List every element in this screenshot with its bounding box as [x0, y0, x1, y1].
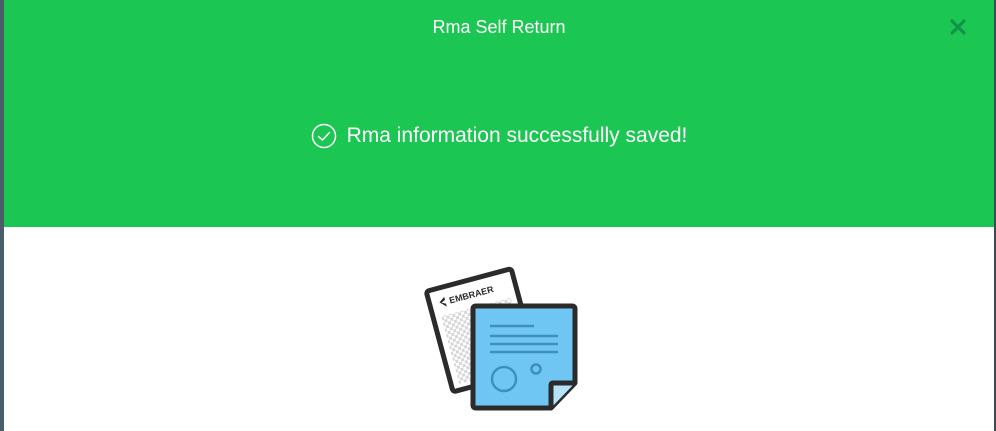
close-button[interactable] [948, 17, 968, 37]
check-circle-icon [311, 123, 336, 149]
rma-success-modal: Rma Self Return Rma information successf… [4, 0, 994, 431]
success-message: Rma information successfully saved! [346, 124, 688, 147]
documents-icon: EMBRAER [424, 266, 578, 411]
modal-header: Rma Self Return Rma information successf… [4, 0, 994, 227]
success-message-row: Rma information successfully saved! [4, 122, 994, 150]
close-x-icon [950, 19, 966, 35]
modal-title: Rma Self Return [432, 17, 566, 37]
